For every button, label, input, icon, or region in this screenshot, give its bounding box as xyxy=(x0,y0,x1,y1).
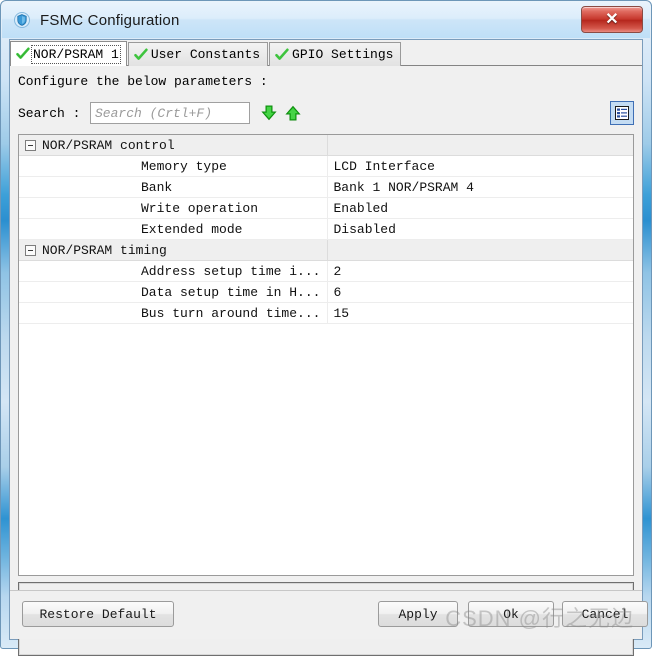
table-row[interactable]: Write operation Enabled xyxy=(19,197,634,219)
title-bar: FSMC Configuration ✕ xyxy=(2,2,650,38)
param-name: Bank xyxy=(141,179,173,195)
param-name: Write operation xyxy=(141,200,259,216)
table-row[interactable]: Address setup time i... 2 xyxy=(19,260,634,282)
window-client-area: NOR/PSRAM 1 User Constants GPIO Settings… xyxy=(9,39,648,656)
green-check-icon xyxy=(134,48,148,60)
table-row[interactable]: Data setup time in H... 6 xyxy=(19,281,634,303)
fsmc-configuration-window: FSMC Configuration ✕ NOR/PSRAM 1 User Co… xyxy=(0,0,652,656)
param-value[interactable]: Disabled xyxy=(328,222,634,237)
list-view-icon[interactable] xyxy=(610,101,634,125)
collapse-toggle-icon[interactable] xyxy=(25,139,36,151)
search-label: Search : xyxy=(18,106,81,121)
param-name: Memory type xyxy=(141,158,227,174)
search-input[interactable] xyxy=(90,102,250,124)
instruction-text: Configure the below parameters : xyxy=(18,74,268,89)
tab-user-constants[interactable]: User Constants xyxy=(127,42,269,66)
arrow-up-icon[interactable] xyxy=(284,104,302,122)
tab-gpio-settings[interactable]: GPIO Settings xyxy=(269,42,402,66)
shield-icon xyxy=(14,12,30,28)
tab-bar: NOR/PSRAM 1 User Constants GPIO Settings xyxy=(10,40,642,66)
tab-panel-nor-psram-1: Configure the below parameters : Search … xyxy=(10,65,648,656)
param-value[interactable]: Bank 1 NOR/PSRAM 4 xyxy=(328,180,634,195)
group-title: NOR/PSRAM control xyxy=(42,137,175,153)
tab-label: GPIO Settings xyxy=(292,47,394,62)
close-button[interactable]: ✕ xyxy=(581,6,643,33)
param-value[interactable]: 15 xyxy=(328,306,634,321)
param-value[interactable]: 2 xyxy=(328,264,634,279)
param-name: Bus turn around time... xyxy=(141,305,321,321)
close-icon: ✕ xyxy=(605,10,619,28)
param-value[interactable]: Enabled xyxy=(328,201,634,216)
table-row[interactable]: Extended mode Disabled xyxy=(19,218,634,240)
group-title: NOR/PSRAM timing xyxy=(42,242,167,258)
table-row[interactable]: Memory type LCD Interface xyxy=(19,155,634,177)
table-group-row[interactable]: NOR/PSRAM control xyxy=(19,135,633,156)
table-row[interactable]: Bus turn around time... 15 xyxy=(19,302,634,324)
ok-button[interactable]: Ok xyxy=(468,601,554,627)
param-name: Data setup time in H... xyxy=(141,284,321,300)
arrow-down-icon[interactable] xyxy=(260,104,278,122)
param-value[interactable]: LCD Interface xyxy=(328,159,634,174)
cancel-button[interactable]: Cancel xyxy=(562,601,648,627)
green-check-icon xyxy=(275,48,289,60)
search-row: Search : xyxy=(18,101,634,128)
param-name: Extended mode xyxy=(141,221,243,237)
tab-label: NOR/PSRAM 1 xyxy=(31,44,121,64)
tab-label: User Constants xyxy=(150,47,261,62)
green-check-icon xyxy=(16,47,30,59)
window-title: FSMC Configuration xyxy=(40,11,180,29)
param-value[interactable]: 6 xyxy=(328,285,634,300)
parameter-table[interactable]: NOR/PSRAM control Memory type LCD Interf… xyxy=(18,134,634,576)
apply-button[interactable]: Apply xyxy=(378,601,458,627)
table-group-row[interactable]: NOR/PSRAM timing xyxy=(19,239,633,261)
button-bar: Restore Default Apply Ok Cancel CSDN @行之… xyxy=(10,590,648,639)
restore-default-button[interactable]: Restore Default xyxy=(22,601,174,627)
tab-nor-psram-1[interactable]: NOR/PSRAM 1 xyxy=(10,41,127,66)
param-name: Address setup time i... xyxy=(141,263,321,279)
table-row[interactable]: Bank Bank 1 NOR/PSRAM 4 xyxy=(19,176,634,198)
collapse-toggle-icon[interactable] xyxy=(25,244,36,256)
